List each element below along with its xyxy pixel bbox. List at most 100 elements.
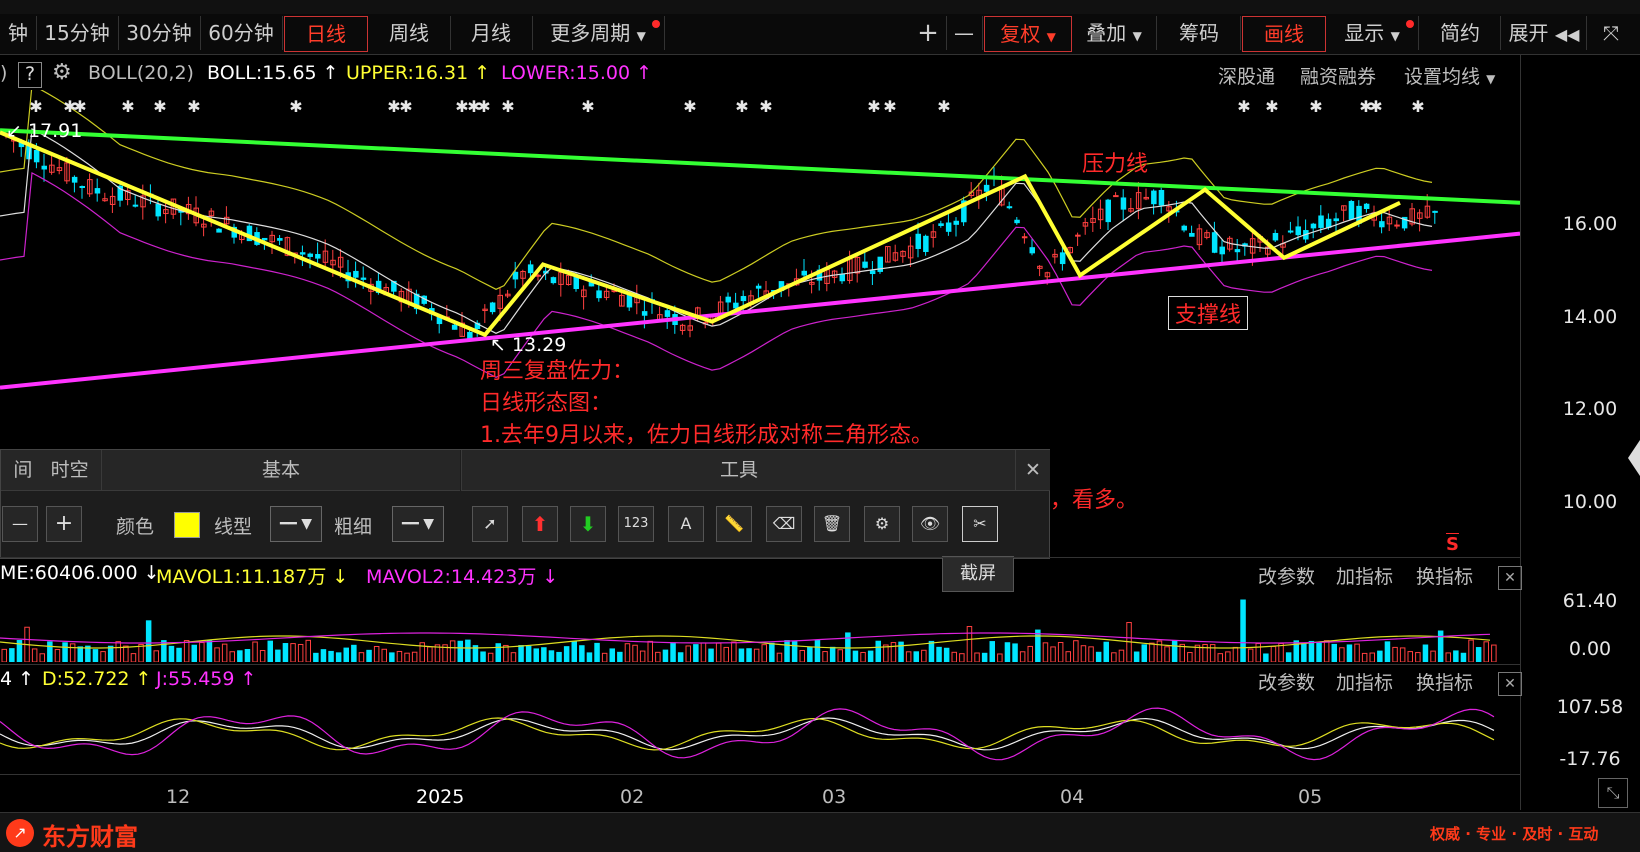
- pane-divider: [0, 557, 1520, 558]
- adjust-button[interactable]: 复权 ▼: [984, 16, 1072, 52]
- period-weekly[interactable]: 周线: [368, 16, 451, 50]
- pressure-line-label: 压力线: [1082, 152, 1149, 177]
- top-strip: [0, 0, 1640, 14]
- linetype-select[interactable]: ━━ ▼: [270, 506, 322, 542]
- settings-icon[interactable]: ⚙: [864, 506, 900, 542]
- number-tool-icon[interactable]: 123: [618, 506, 654, 542]
- volume-bar: [586, 652, 593, 662]
- period-15min[interactable]: 15分钟: [36, 16, 119, 50]
- volume-bar: [518, 645, 524, 662]
- period-minute[interactable]: 钟: [0, 16, 37, 50]
- overlay-button[interactable]: 叠加 ▼: [1072, 16, 1157, 50]
- volume-bar: [974, 652, 980, 662]
- candle-body: [216, 228, 222, 233]
- candle-body: [94, 188, 101, 194]
- screenshot-icon[interactable]: ✂: [962, 506, 998, 542]
- volume-bar: [693, 644, 699, 662]
- volume-bar: [404, 652, 410, 662]
- kdj-edit-params[interactable]: 改参数: [1258, 668, 1315, 695]
- event-star-marker: ✱: [73, 97, 86, 116]
- volume-bar: [700, 642, 707, 662]
- volume-bar: [997, 653, 1003, 662]
- zoom-out-button[interactable]: —: [946, 16, 983, 50]
- volume-bar: [138, 643, 144, 662]
- gear-icon[interactable]: ⚙: [52, 60, 72, 85]
- down-arrow-icon[interactable]: ⬇: [570, 506, 606, 542]
- volume-bar: [655, 651, 661, 662]
- volume-bar: [62, 642, 68, 662]
- volume-bar: [343, 647, 349, 662]
- volume-bar: [951, 651, 957, 662]
- volume-bar: [647, 640, 653, 662]
- boll-bands: [0, 90, 1433, 378]
- volume-bar: [556, 651, 562, 662]
- tab-basic[interactable]: 基本: [101, 450, 460, 491]
- simple-button[interactable]: 简约: [1420, 16, 1501, 50]
- display-button[interactable]: 显示 ▼: [1326, 16, 1419, 50]
- pressure-trendline: [0, 128, 1520, 205]
- color-swatch[interactable]: [174, 512, 200, 538]
- volume-bar: [503, 644, 509, 662]
- link-ma-settings[interactable]: 设置均线 ▼: [1404, 62, 1495, 89]
- draw-line-button[interactable]: 画线: [1242, 16, 1326, 52]
- candle-body: [733, 302, 739, 309]
- cursor-icon[interactable]: ➚: [472, 506, 508, 542]
- expand-button[interactable]: 展开 ◀◀: [1502, 16, 1587, 50]
- resize-icon[interactable]: ⤡: [1598, 778, 1628, 808]
- text-tool-icon[interactable]: A: [668, 506, 704, 542]
- up-arrow-icon[interactable]: ⬆: [522, 506, 558, 542]
- volume-bar: [1065, 651, 1071, 662]
- volume-bar: [708, 648, 714, 662]
- volume-add-indicator[interactable]: 加指标: [1336, 562, 1393, 589]
- help-button[interactable]: ?: [18, 62, 42, 88]
- width-select[interactable]: ━━ ▼: [392, 506, 444, 542]
- tab-time[interactable]: 间 时空: [1, 450, 101, 491]
- close-icon[interactable]: ✕: [1498, 672, 1522, 696]
- drawing-panel: 间 时空 基本 工具 ✕: [0, 449, 1050, 559]
- volume-bar: [761, 644, 767, 662]
- period-daily[interactable]: 日线: [284, 16, 368, 52]
- trash-icon[interactable]: 🗑: [814, 506, 850, 542]
- volume-bar: [1004, 642, 1011, 662]
- candle-body: [360, 277, 367, 280]
- candle-body: [573, 276, 579, 290]
- volume-bar: [571, 641, 577, 662]
- volume-switch-indicator[interactable]: 换指标: [1416, 562, 1473, 589]
- period-30min[interactable]: 30分钟: [118, 16, 201, 50]
- event-star-marker: ✱: [1411, 97, 1424, 116]
- eraser-icon[interactable]: ⌫: [766, 506, 802, 542]
- volume-bar: [457, 640, 463, 662]
- candle-body: [1006, 206, 1013, 209]
- fullscreen-icon[interactable]: ⤧: [1588, 16, 1634, 50]
- period-more[interactable]: 更多周期 ▼: [532, 16, 665, 50]
- close-icon[interactable]: ✕: [1498, 566, 1522, 590]
- link-margin[interactable]: 融资融券: [1300, 62, 1376, 89]
- zoom-in-button[interactable]: +: [910, 16, 947, 50]
- ruler-icon[interactable]: 📏: [716, 506, 752, 542]
- support-line-label: 支撑线: [1168, 296, 1249, 330]
- period-monthly[interactable]: 月线: [450, 16, 533, 50]
- candle-body: [1219, 246, 1225, 255]
- collapse-arrow-icon[interactable]: [1628, 440, 1640, 476]
- volume-bar: [351, 644, 357, 662]
- kdj-add-indicator[interactable]: 加指标: [1336, 668, 1393, 695]
- period-60min[interactable]: 60分钟: [200, 16, 283, 50]
- volume-edit-params[interactable]: 改参数: [1258, 562, 1315, 589]
- minus-button[interactable]: —: [2, 506, 38, 542]
- plus-button[interactable]: +: [46, 506, 82, 542]
- volume-bar: [107, 645, 114, 662]
- footer-bar: ↗ 东方财富 权威 · 专业 · 及时 · 互动: [0, 812, 1640, 852]
- kdj-switch-indicator[interactable]: 换指标: [1416, 668, 1473, 695]
- chips-button[interactable]: 筹码: [1158, 16, 1241, 50]
- event-star-marker: ✱: [1237, 97, 1250, 116]
- eye-icon[interactable]: 👁: [912, 506, 948, 542]
- volume-bar: [145, 620, 152, 662]
- candle-body: [315, 253, 321, 259]
- close-icon[interactable]: ✕: [1015, 450, 1050, 491]
- volume-bar: [328, 650, 334, 662]
- link-hk-connect[interactable]: 深股通: [1218, 62, 1275, 89]
- tab-tools[interactable]: 工具: [461, 450, 1016, 491]
- volume-bar: [791, 641, 798, 662]
- volume-bar: [1384, 641, 1391, 662]
- candle-body: [550, 277, 557, 284]
